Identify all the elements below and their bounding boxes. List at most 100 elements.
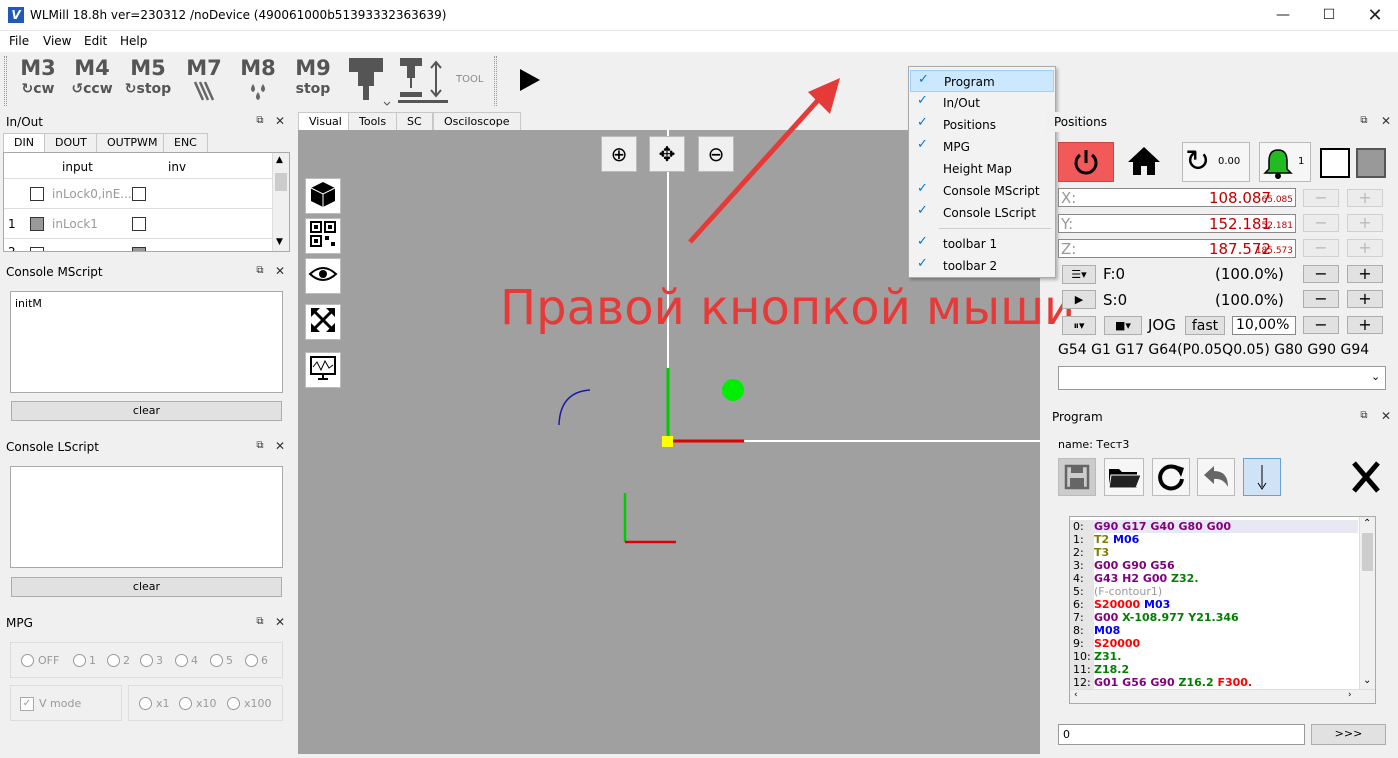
spindle-tool-button[interactable] [344, 56, 392, 108]
zoom-in-button[interactable]: ⊕ [601, 136, 637, 172]
program-line[interactable]: 0: G90 G17 G40 G80 G00 [1070, 520, 1358, 533]
m8-button[interactable]: M8 [232, 56, 284, 108]
close-icon[interactable]: ✕ [1380, 409, 1392, 423]
program-line[interactable]: 11: Z18.2 [1070, 663, 1358, 676]
m5-button[interactable]: M5 ↻stop [122, 56, 174, 108]
tab-dout[interactable]: DOUT [44, 133, 98, 152]
close-icon[interactable]: ✕ [274, 114, 286, 128]
feed-menu-button[interactable]: ☰▾ [1062, 265, 1096, 284]
program-line[interactable]: 1: T2 M06 [1070, 533, 1358, 546]
mpg-1-radio[interactable] [73, 654, 86, 667]
tab-visual[interactable]: Visual [298, 112, 353, 131]
z-plus-button[interactable]: + [1347, 239, 1383, 257]
save-button[interactable] [1058, 458, 1096, 496]
program-line[interactable]: 8: M08 [1070, 624, 1358, 637]
ctx-item-inout[interactable]: ✓ In/Out [910, 92, 1054, 114]
x1-radio[interactable] [139, 697, 152, 710]
mscript-clear-button[interactable]: clear [11, 401, 282, 421]
x-minus-button[interactable]: − [1303, 189, 1339, 207]
mpg-6-radio[interactable] [245, 654, 258, 667]
feed-plus-button[interactable]: + [1347, 265, 1383, 283]
inv-checkbox[interactable] [132, 217, 146, 231]
pause-button[interactable]: ⏸▾ [1062, 316, 1096, 335]
ctx-item-toolbar2[interactable]: ✓ toolbar 2 [910, 255, 1054, 277]
view-cube-button[interactable] [305, 178, 341, 214]
close-icon[interactable]: ✕ [1380, 114, 1392, 128]
m7-button[interactable]: M7 [178, 56, 230, 108]
scroll-up-icon[interactable]: ▲ [276, 155, 283, 165]
m4-button[interactable]: M4 ↺ccw [66, 56, 118, 108]
jog-percent-field[interactable]: 10,00% [1232, 316, 1296, 335]
open-button[interactable] [1104, 458, 1144, 496]
program-line[interactable]: 6: S20000 M03 [1070, 598, 1358, 611]
mpg-off-radio[interactable] [21, 654, 34, 667]
tab-osciloscope[interactable]: Osciloscope [433, 112, 521, 131]
float-icon[interactable]: ⧉ [254, 115, 266, 127]
scroll-up-icon[interactable]: ⌃ [1363, 518, 1371, 529]
float-icon[interactable]: ⧉ [1358, 410, 1370, 422]
x100-radio[interactable] [227, 697, 240, 710]
program-hscrollbar[interactable]: ‹ › [1070, 689, 1375, 703]
float-icon[interactable]: ⧉ [254, 440, 266, 452]
follow-line-button[interactable] [1243, 458, 1281, 496]
mpg-5-radio[interactable] [210, 654, 223, 667]
menu-view[interactable]: View [43, 34, 71, 48]
close-icon[interactable]: ✕ [274, 439, 286, 453]
tab-enc[interactable]: ENC [163, 133, 208, 152]
m9-button[interactable]: M9 stop [287, 56, 339, 108]
maximize-icon[interactable]: ☐ [1306, 0, 1352, 31]
program-line[interactable]: 2: T3 [1070, 546, 1358, 559]
x10-radio[interactable] [179, 697, 192, 710]
table-scrollbar[interactable]: ▲ ▼ [272, 153, 289, 251]
close-icon[interactable]: ✕ [274, 615, 286, 629]
menu-help[interactable]: Help [120, 34, 147, 48]
x-plus-button[interactable]: + [1347, 189, 1383, 207]
y-minus-button[interactable]: − [1303, 214, 1339, 232]
program-line[interactable]: 7: G00 X-108.977 Y21.346 [1070, 611, 1358, 624]
close-icon[interactable]: ✕ [274, 264, 286, 278]
program-line[interactable]: 12: G01 G56 G90 Z16.2 F300. [1070, 676, 1358, 689]
program-scrollbar[interactable]: ⌃ ⌄ [1359, 517, 1375, 689]
fit-view-button[interactable] [305, 304, 341, 340]
input-checkbox[interactable] [30, 187, 44, 201]
inv-checkbox[interactable] [132, 247, 146, 251]
spindle-plus-button[interactable]: + [1347, 290, 1383, 308]
goto-line-input[interactable]: 0 [1058, 724, 1305, 745]
scroll-thumb[interactable] [1362, 533, 1373, 571]
goto-line-button[interactable]: >>> [1311, 724, 1386, 745]
mpg-4-radio[interactable] [175, 654, 188, 667]
home-button[interactable] [1124, 142, 1172, 182]
reload-button[interactable] [1152, 458, 1190, 496]
float-icon[interactable]: ⧉ [254, 616, 266, 628]
tool-measure-button[interactable] [396, 56, 450, 108]
qr-button[interactable] [305, 218, 341, 254]
menu-file[interactable]: File [9, 34, 29, 48]
spindle-play-button[interactable]: ▶ [1062, 290, 1096, 309]
input-checkbox[interactable] [30, 247, 44, 251]
tab-outpwm[interactable]: OUTPWM [96, 133, 169, 152]
alarm-button[interactable]: 1 [1259, 142, 1311, 182]
stop-button[interactable]: ■▾ [1104, 316, 1142, 335]
close-program-button[interactable] [1346, 458, 1386, 496]
ctx-item-console-lscript[interactable]: ✓ Console LScript [910, 202, 1054, 224]
inv-checkbox[interactable] [132, 187, 146, 201]
spindle-minus-button[interactable]: − [1303, 290, 1339, 308]
lscript-clear-button[interactable]: clear [11, 577, 282, 597]
scroll-right-icon[interactable]: › [1348, 690, 1352, 700]
minimize-icon[interactable]: — [1260, 0, 1306, 31]
scroll-down-icon[interactable]: ▼ [276, 237, 283, 247]
float-icon[interactable]: ⧉ [1358, 115, 1370, 127]
z-minus-button[interactable]: − [1303, 239, 1339, 257]
scroll-down-icon[interactable]: ⌄ [1363, 675, 1371, 686]
scroll-left-icon[interactable]: ‹ [1074, 690, 1078, 700]
mscript-console[interactable]: initM [10, 291, 283, 393]
feed-minus-button[interactable]: − [1303, 265, 1339, 283]
tab-tools[interactable]: Tools [348, 112, 398, 131]
menu-edit[interactable]: Edit [84, 34, 107, 48]
ctx-item-program[interactable]: ✓ Program [910, 70, 1054, 92]
y-plus-button[interactable]: + [1347, 214, 1383, 232]
mdi-combobox[interactable]: ⌄ [1058, 366, 1386, 390]
close-icon[interactable]: ✕ [1352, 0, 1398, 31]
vmode-checkbox[interactable]: ✓ [20, 697, 34, 711]
ctx-item-positions[interactable]: ✓ Positions [910, 114, 1054, 136]
